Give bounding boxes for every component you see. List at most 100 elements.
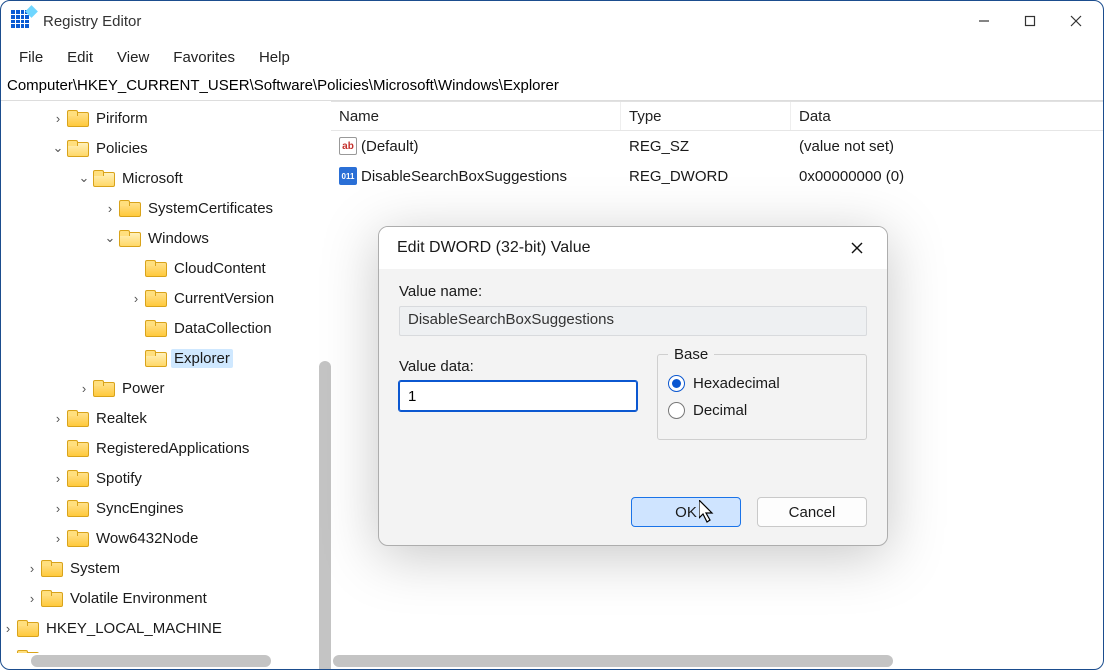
folder-icon [145,320,165,336]
registry-tree[interactable]: ›Piriform ⌄Policies ⌄Microsoft ›SystemCe… [1,101,331,653]
vertical-scrollbar[interactable] [319,361,331,669]
ok-button[interactable]: OK [631,497,741,527]
tree-item[interactable]: Wow6432Node [93,529,201,548]
cancel-button[interactable]: Cancel [757,497,867,527]
menu-favorites[interactable]: Favorites [161,45,247,70]
tree-item[interactable]: Realtek [93,409,150,428]
chevron-right-icon[interactable]: › [51,531,65,546]
radio-label: Hexadecimal [693,375,780,392]
tree-item[interactable]: SyncEngines [93,499,187,518]
column-name[interactable]: Name [331,102,621,130]
tree-item[interactable]: HKEY_LOCAL_MACHINE [43,619,225,638]
folder-icon [67,470,87,486]
chevron-right-icon[interactable]: › [51,501,65,516]
tree-item[interactable]: SystemCertificates [145,199,276,218]
minimize-button[interactable] [961,5,1007,37]
value-name-field[interactable]: DisableSearchBoxSuggestions [399,306,867,336]
radio-decimal[interactable]: Decimal [668,402,856,419]
folder-icon [119,200,139,216]
folder-icon [67,500,87,516]
tree-item[interactable]: DataCollection [171,319,275,338]
dialog-title: Edit DWORD (32-bit) Value [397,239,591,257]
maximize-button[interactable] [1007,5,1053,37]
tree-item[interactable]: CurrentVersion [171,289,277,308]
values-list: ab(Default) REG_SZ (value not set) 011Di… [331,131,1103,191]
tree-item[interactable]: Volatile Environment [67,589,210,608]
folder-icon [93,170,113,186]
tree-item[interactable]: Windows [145,229,212,248]
tree-item[interactable]: Power [119,379,168,398]
menu-edit[interactable]: Edit [55,45,105,70]
registry-editor-window: Registry Editor File Edit View Favorites… [0,0,1104,670]
radio-icon [668,375,685,392]
dialog-close-button[interactable] [837,233,877,263]
folder-icon [41,590,61,606]
address-bar[interactable]: Computer\HKEY_CURRENT_USER\Software\Poli… [1,75,1103,101]
menubar: File Edit View Favorites Help [1,41,1103,75]
base-group: Base Hexadecimal Decimal [657,346,867,440]
chevron-right-icon[interactable]: › [51,411,65,426]
base-label: Base [668,346,714,363]
menu-file[interactable]: File [7,45,55,70]
folder-icon [119,230,139,246]
horizontal-scrollbar[interactable] [1,653,331,669]
radio-icon [668,402,685,419]
chevron-right-icon[interactable]: › [103,201,117,216]
value-name: (Default) [361,138,419,155]
column-type[interactable]: Type [621,102,791,130]
tree-pane: ›Piriform ⌄Policies ⌄Microsoft ›SystemCe… [1,101,331,669]
chevron-down-icon[interactable]: ⌄ [77,170,91,186]
folder-icon [67,140,87,156]
folder-icon [67,530,87,546]
radio-label: Decimal [693,402,747,419]
chevron-right-icon[interactable]: › [129,291,143,306]
value-data-label: Value data: [399,358,637,375]
tree-item[interactable]: Microsoft [119,169,186,188]
column-headers[interactable]: Name Type Data [331,101,1103,131]
chevron-right-icon[interactable]: › [51,471,65,486]
value-data: 0x00000000 (0) [791,168,1103,185]
column-data[interactable]: Data [791,102,1103,130]
value-data-input[interactable] [399,381,637,411]
address-path: Computer\HKEY_CURRENT_USER\Software\Poli… [7,77,1097,94]
value-row[interactable]: ab(Default) REG_SZ (value not set) [331,131,1103,161]
value-data: (value not set) [791,138,1103,155]
folder-icon [145,290,165,306]
tree-item[interactable]: Policies [93,139,151,158]
tree-item[interactable]: System [67,559,123,578]
chevron-right-icon[interactable]: › [77,381,91,396]
dialog-titlebar: Edit DWORD (32-bit) Value [379,227,887,269]
folder-icon [145,350,165,366]
tree-item[interactable]: CloudContent [171,259,269,278]
folder-icon [67,440,87,456]
edit-dword-dialog: Edit DWORD (32-bit) Value Value name: Di… [378,226,888,546]
value-name-label: Value name: [399,283,867,300]
chevron-right-icon[interactable]: › [25,561,39,576]
folder-icon [145,260,165,276]
titlebar: Registry Editor [1,1,1103,41]
tree-item[interactable]: RegisteredApplications [93,439,252,458]
menu-view[interactable]: View [105,45,161,70]
close-button[interactable] [1053,5,1099,37]
radio-hexadecimal[interactable]: Hexadecimal [668,375,856,392]
value-row[interactable]: 011DisableSearchBoxSuggestions REG_DWORD… [331,161,1103,191]
chevron-right-icon[interactable]: › [51,111,65,126]
dword-value-icon: 011 [339,167,357,185]
chevron-right-icon[interactable]: › [1,621,15,636]
folder-icon [93,380,113,396]
window-title: Registry Editor [43,13,141,30]
horizontal-scrollbar[interactable] [331,653,1103,669]
folder-icon [67,110,87,126]
tree-item[interactable]: Piriform [93,109,151,128]
value-name: DisableSearchBoxSuggestions [361,168,567,185]
string-value-icon: ab [339,137,357,155]
menu-help[interactable]: Help [247,45,302,70]
value-type: REG_DWORD [621,168,791,185]
regedit-icon [11,10,33,32]
tree-item[interactable]: Spotify [93,469,145,488]
chevron-down-icon[interactable]: ⌄ [103,230,117,246]
chevron-right-icon[interactable]: › [25,591,39,606]
folder-icon [67,410,87,426]
tree-item-selected[interactable]: Explorer [171,349,233,368]
chevron-down-icon[interactable]: ⌄ [51,140,65,156]
